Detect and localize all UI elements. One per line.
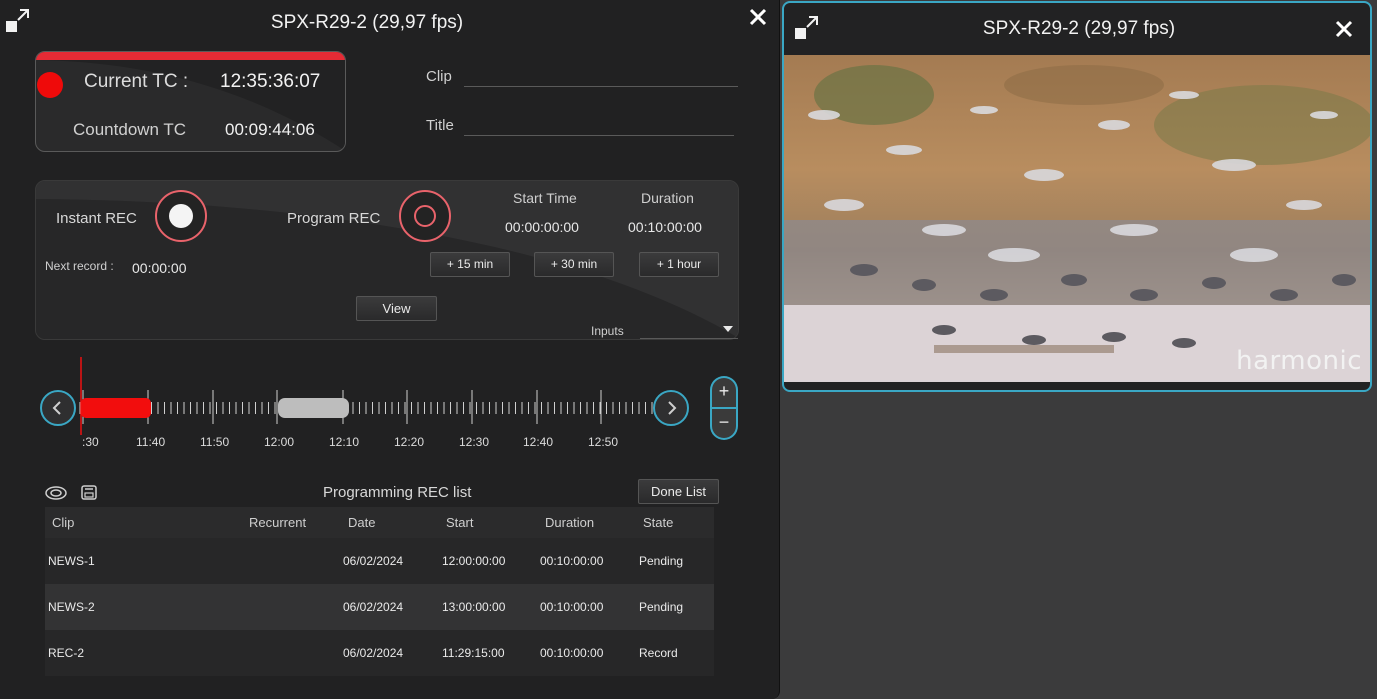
video-frame [784,55,1370,382]
chevron-right-icon [668,401,677,415]
add-1-hour-button[interactable]: + 1 hour [639,252,719,277]
tick-label: 12:30 [459,435,490,449]
column-header[interactable]: Date [348,515,375,530]
timecode-display: Current TC : 12:35:36:07 Countdown TC 00… [35,51,346,152]
add-15-min-button[interactable]: + 15 min [430,252,510,277]
video-preview[interactable]: harmonic [784,55,1370,382]
table-row[interactable]: NEWS-1 06/02/2024 12:00:00:00 00:10:00:0… [45,538,714,584]
clip-label: Clip [426,68,452,85]
save-icon[interactable] [81,485,97,500]
recording-indicator [37,72,63,98]
tick-label: 12:20 [394,435,425,449]
timeline-prev-button[interactable] [40,390,76,426]
duration-value[interactable]: 00:10:00:00 [628,219,702,235]
recorder-panel: SPX-R29-2 (29,97 fps) Current TC : 12:35… [0,0,780,699]
cell-date: 06/02/2024 [343,600,404,614]
table-header: Clip Recurrent Date Start Duration State [45,507,714,538]
cell-start: 12:00:00:00 [442,554,506,568]
tick-label: 11:50 [200,435,230,449]
current-tc-label: Current TC : [84,71,189,92]
countdown-tc-value: 00:09:44:06 [225,120,315,139]
cell-start: 13:00:00:00 [442,600,506,614]
inputs-dropdown[interactable] [640,338,738,339]
title-label: Title [426,117,454,134]
cell-duration: 00:10:00:00 [540,554,604,568]
timeline-recording-segment [81,398,151,418]
close-icon[interactable] [749,8,767,26]
cell-clip: NEWS-1 [48,554,95,568]
timeline[interactable]: + − :30 11:40 11:50 12:00 12:10 12:20 12… [0,355,780,465]
programming-rec-table: Clip Recurrent Date Start Duration State… [45,507,714,676]
cell-clip: REC-2 [48,646,85,660]
done-list-button[interactable]: Done List [638,479,719,504]
add-30-min-button[interactable]: + 30 min [534,252,614,277]
cell-state: Record [639,646,678,660]
tick-label: 12:10 [329,435,360,449]
eye-icon[interactable] [45,486,67,500]
tick-label: 11:40 [136,435,166,449]
cell-clip: NEWS-2 [48,600,95,614]
next-record-label: Next record : [45,259,114,273]
recording-controls: Instant REC Program REC Start Time 00:00… [35,180,739,340]
list-title: Programming REC list [323,484,472,501]
column-header[interactable]: Recurrent [249,515,306,530]
timeline-scheduled-segment [278,398,349,418]
current-tc-value: 12:35:36:07 [220,71,321,92]
close-icon[interactable] [1335,20,1353,38]
inputs-label: Inputs [591,324,624,338]
start-time-value[interactable]: 00:00:00:00 [505,219,579,235]
tick-label: 12:50 [588,435,619,449]
chevron-down-icon[interactable] [723,326,733,332]
column-header[interactable]: Clip [52,515,74,530]
chevron-left-icon [52,401,61,415]
tick-label: 12:40 [523,435,554,449]
view-button[interactable]: View [356,296,437,321]
table-row[interactable]: REC-2 06/02/2024 11:29:15:00 00:10:00:00… [45,630,714,676]
column-header[interactable]: Start [446,515,473,530]
zoom-in-button[interactable]: + [710,376,738,408]
program-rec-label: Program REC [287,210,381,227]
panel-title: SPX-R29-2 (29,97 fps) [982,18,1176,39]
instant-rec-label: Instant REC [56,210,137,227]
preview-panel: SPX-R29-2 (29,97 fps) harmonic [782,1,1372,392]
cell-start: 11:29:15:00 [442,646,505,660]
duration-label: Duration [641,190,694,206]
harmonic-logo: harmonic [1236,346,1362,376]
column-header[interactable]: Duration [545,515,594,530]
cell-state: Pending [639,600,684,614]
cell-state: Pending [639,554,684,568]
instant-rec-button[interactable] [155,190,207,242]
zoom-out-button[interactable]: − [710,408,738,440]
start-time-label: Start Time [513,190,577,206]
cell-date: 06/02/2024 [343,554,404,568]
program-rec-button[interactable] [399,190,451,242]
next-record-value: 00:00:00 [132,260,187,276]
countdown-tc-label: Countdown TC [73,120,187,139]
table-row[interactable]: NEWS-2 06/02/2024 13:00:00:00 00:10:00:0… [45,584,714,630]
cell-duration: 00:10:00:00 [540,646,604,660]
column-header[interactable]: State [643,515,673,530]
timeline-next-button[interactable] [653,390,689,426]
cell-date: 06/02/2024 [343,646,404,660]
cell-duration: 00:10:00:00 [540,600,604,614]
clip-input[interactable] [464,86,738,87]
title-input[interactable] [464,135,734,136]
panel-title: SPX-R29-2 (29,97 fps) [270,12,464,33]
tick-label: :30 [82,435,99,449]
tick-label: 12:00 [264,435,295,449]
